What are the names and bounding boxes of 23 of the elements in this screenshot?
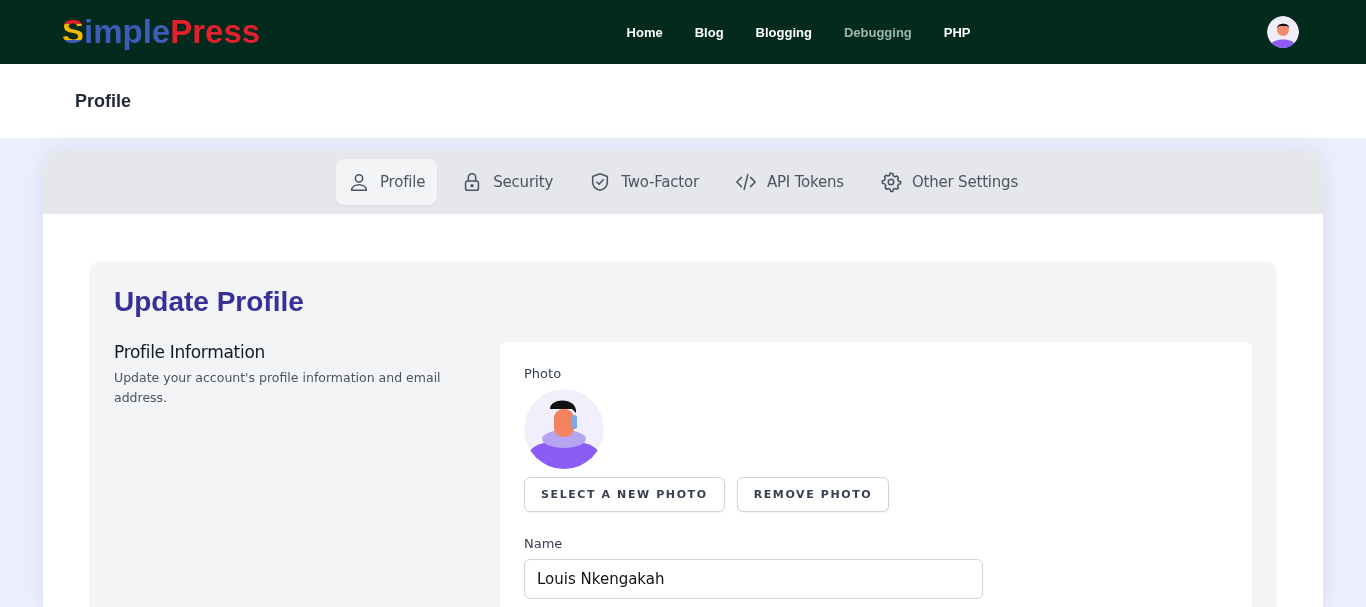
tab[interactable]: API Tokens	[722, 159, 856, 205]
field-label: Photo	[524, 366, 563, 381]
photo-button[interactable]: REMOVE PHOTO	[736, 477, 890, 512]
section-description: Update your account's profile information and email address.	[114, 369, 442, 407]
nav-link[interactable]: Blog	[694, 24, 724, 40]
tab[interactable]: Other Settings	[867, 159, 1031, 205]
photo-button[interactable]: SELECT A NEW PHOTO	[524, 477, 725, 512]
nav-link[interactable]: Blogging	[755, 24, 812, 40]
section-heading: Update Profile	[114, 286, 305, 318]
nav-link[interactable]: PHP	[943, 24, 971, 40]
page-title: Profile	[75, 90, 131, 112]
name-input[interactable]: Louis Nkengakah	[524, 559, 983, 599]
user-avatar[interactable]	[1267, 16, 1299, 48]
field-label: Name	[524, 536, 564, 551]
simplepress-logo[interactable]: SimplePress	[62, 12, 261, 52]
code-icon	[734, 171, 757, 193]
nav-link[interactable]: Debugging	[843, 24, 912, 40]
tab[interactable]: Security	[449, 159, 566, 205]
tab[interactable]: Two-Factor	[577, 159, 711, 205]
tab[interactable]: Profile	[335, 159, 438, 205]
section-title: Profile Information	[114, 342, 266, 362]
nav-link[interactable]: Home	[626, 24, 663, 40]
settings-icon	[879, 171, 902, 193]
